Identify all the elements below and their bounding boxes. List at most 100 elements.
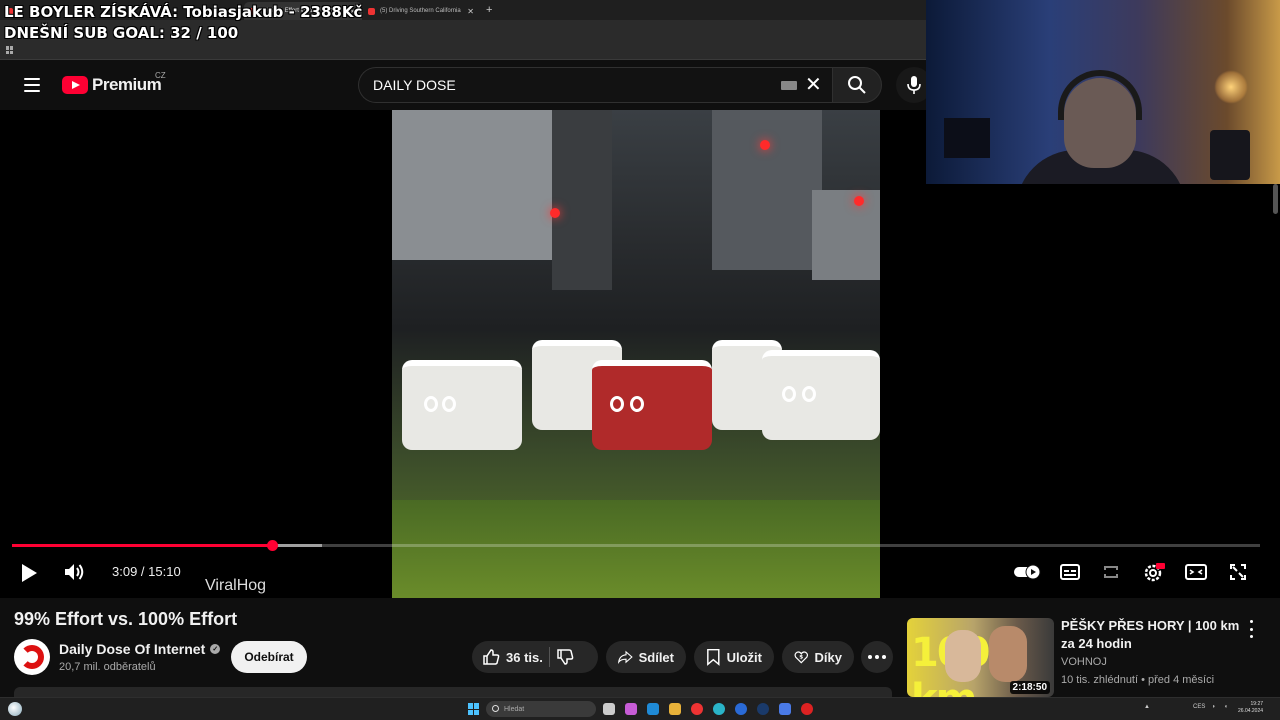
obs-icon[interactable]: [801, 703, 813, 715]
headset-icon: [1058, 70, 1142, 120]
volume-icon: [65, 564, 84, 580]
more-actions-button[interactable]: [861, 641, 893, 673]
search-box: ✕: [358, 67, 832, 103]
share-label: Sdílet: [638, 649, 674, 665]
keyboard-icon[interactable]: [781, 81, 797, 90]
browser-tab[interactable]: (5) Driving Southern California ✕: [362, 2, 480, 20]
settings-button[interactable]: [1142, 561, 1166, 583]
apps-grid-icon[interactable]: [6, 46, 14, 54]
tab-label: (5) Driving Southern California: [380, 8, 461, 14]
new-tab-icon[interactable]: +: [486, 4, 492, 16]
region-code: CZ: [155, 71, 166, 80]
chrome-icon[interactable]: [691, 703, 703, 715]
autoplay-toggle-icon: [1014, 564, 1041, 580]
share-button[interactable]: Sdílet: [606, 641, 686, 673]
volume-tray-icon[interactable]: ◖: [1224, 704, 1228, 710]
task-view-icon[interactable]: [603, 703, 615, 715]
autoplay-toggle[interactable]: [1013, 563, 1041, 581]
fullscreen-button[interactable]: [1227, 562, 1249, 582]
steam-icon[interactable]: [757, 703, 769, 715]
theater-mode-icon: [1185, 564, 1207, 580]
bookmark-icon: [707, 648, 720, 666]
youtube-favicon-icon: [368, 7, 375, 15]
like-count: 36 tis.: [506, 649, 543, 665]
video-watermark: ViralHog: [205, 577, 267, 594]
recommended-video-title[interactable]: PĚŠKY PŘES HORY | 100 km za 24 hodin: [1061, 617, 1241, 653]
channel-name-link[interactable]: Daily Dose Of Internet ✓: [59, 641, 221, 657]
teamviewer-icon[interactable]: [735, 703, 747, 715]
search-button[interactable]: [832, 67, 882, 103]
channel-avatar[interactable]: [14, 639, 50, 675]
mute-button[interactable]: [62, 561, 86, 583]
like-dislike-group: 36 tis.: [472, 641, 598, 673]
thanks-button[interactable]: $ Díky: [782, 641, 854, 673]
page-scrollbar[interactable]: [1273, 184, 1278, 214]
taskbar-search-placeholder: Hledat: [504, 705, 525, 713]
save-label: Uložit: [726, 649, 762, 665]
super-thanks-icon: $: [794, 651, 809, 664]
time-display: 3:09 / 15:10: [112, 564, 181, 579]
bookmarks-bar: [0, 42, 926, 60]
thumbs-up-icon: [483, 649, 500, 665]
sub-goal-text: DNEŠNÍ SUB GOAL: 32 / 100: [4, 24, 239, 42]
svg-text:$: $: [799, 655, 803, 661]
app-icon[interactable]: [779, 703, 791, 715]
tray-overflow-icon[interactable]: ▲: [1144, 704, 1150, 710]
video-title: 99% Effort vs. 100% Effort: [14, 609, 238, 629]
progress-scrubber-handle[interactable]: [266, 540, 278, 551]
taskbar-search[interactable]: Hledat: [486, 701, 596, 717]
channel-name: Daily Dose Of Internet: [59, 641, 206, 657]
search-icon: [848, 76, 866, 94]
stream-overlay: LE BOYLER ZÍSKÁVÁ: Tobiasjakub - 2388Kč …: [4, 2, 362, 44]
divider: [548, 647, 550, 667]
subtitles-button[interactable]: [1059, 562, 1081, 582]
network-icon[interactable]: ◗: [1212, 704, 1216, 710]
loop-button[interactable]: [1101, 562, 1121, 582]
youtube-premium-logo[interactable]: Premium CZ: [62, 71, 166, 95]
save-button[interactable]: Uložit: [694, 641, 774, 673]
theater-mode-button[interactable]: [1184, 562, 1208, 582]
copilot-icon[interactable]: [625, 703, 637, 715]
gear-icon: [1144, 563, 1165, 582]
verified-badge-icon: ✓: [210, 644, 221, 654]
fullscreen-icon: [1230, 564, 1246, 580]
play-button[interactable]: [18, 562, 40, 584]
youtube-play-logo-icon: [62, 76, 88, 94]
video-duration: 2:18:50: [1009, 681, 1050, 694]
recommended-video-thumbnail[interactable]: 100 km 2:18:50: [907, 618, 1054, 697]
clock-date: 26.04.2024: [1238, 708, 1264, 714]
dislike-button[interactable]: [556, 648, 574, 666]
share-icon: [618, 650, 633, 664]
system-clock[interactable]: 19:27 26.04.2024: [1238, 701, 1263, 715]
thumbs-down-icon: [557, 649, 574, 665]
recommended-video-meta: 10 tis. zhlédnutí • před 4 měsíci: [1061, 674, 1215, 686]
youtube-header: Premium CZ ✕: [0, 60, 932, 110]
search-icon: [492, 705, 499, 712]
subscriber-count: 20,7 mil. odběratelů: [59, 661, 156, 673]
recommended-video-channel[interactable]: VOHNOJ: [1061, 656, 1107, 668]
weather-icon[interactable]: [8, 702, 22, 716]
video-frame[interactable]: [392, 110, 880, 598]
file-explorer-icon[interactable]: [669, 703, 681, 715]
hamburger-menu-icon[interactable]: [24, 78, 40, 92]
logo-text: Premium: [92, 75, 162, 94]
thanks-label: Díky: [814, 649, 842, 665]
clock-time: 19:27: [1250, 701, 1264, 707]
loop-icon: [1104, 566, 1118, 578]
microphone-icon: [907, 76, 921, 94]
close-tab-icon[interactable]: ✕: [467, 7, 474, 16]
description-box[interactable]: [14, 687, 892, 697]
language-indicator[interactable]: CES: [1193, 704, 1205, 710]
subscribe-button[interactable]: Odebírat: [231, 641, 307, 673]
screen: (5) 99% Effort vs. 100% Effort ✕ (5) Dri…: [0, 0, 1280, 720]
more-icon: [868, 655, 886, 659]
subtitles-icon: [1060, 564, 1080, 580]
search-input[interactable]: [373, 68, 773, 102]
like-button[interactable]: 36 tis.: [482, 648, 543, 666]
store-icon[interactable]: [647, 703, 659, 715]
windows-taskbar: Hledat ▲ CES ◗ ◖ 19:27 26.04.2024: [0, 697, 1280, 720]
edge-icon[interactable]: [713, 703, 725, 715]
more-options-icon[interactable]: [1246, 620, 1256, 638]
start-button-icon[interactable]: [468, 703, 480, 715]
clear-search-icon[interactable]: ✕: [805, 74, 822, 96]
